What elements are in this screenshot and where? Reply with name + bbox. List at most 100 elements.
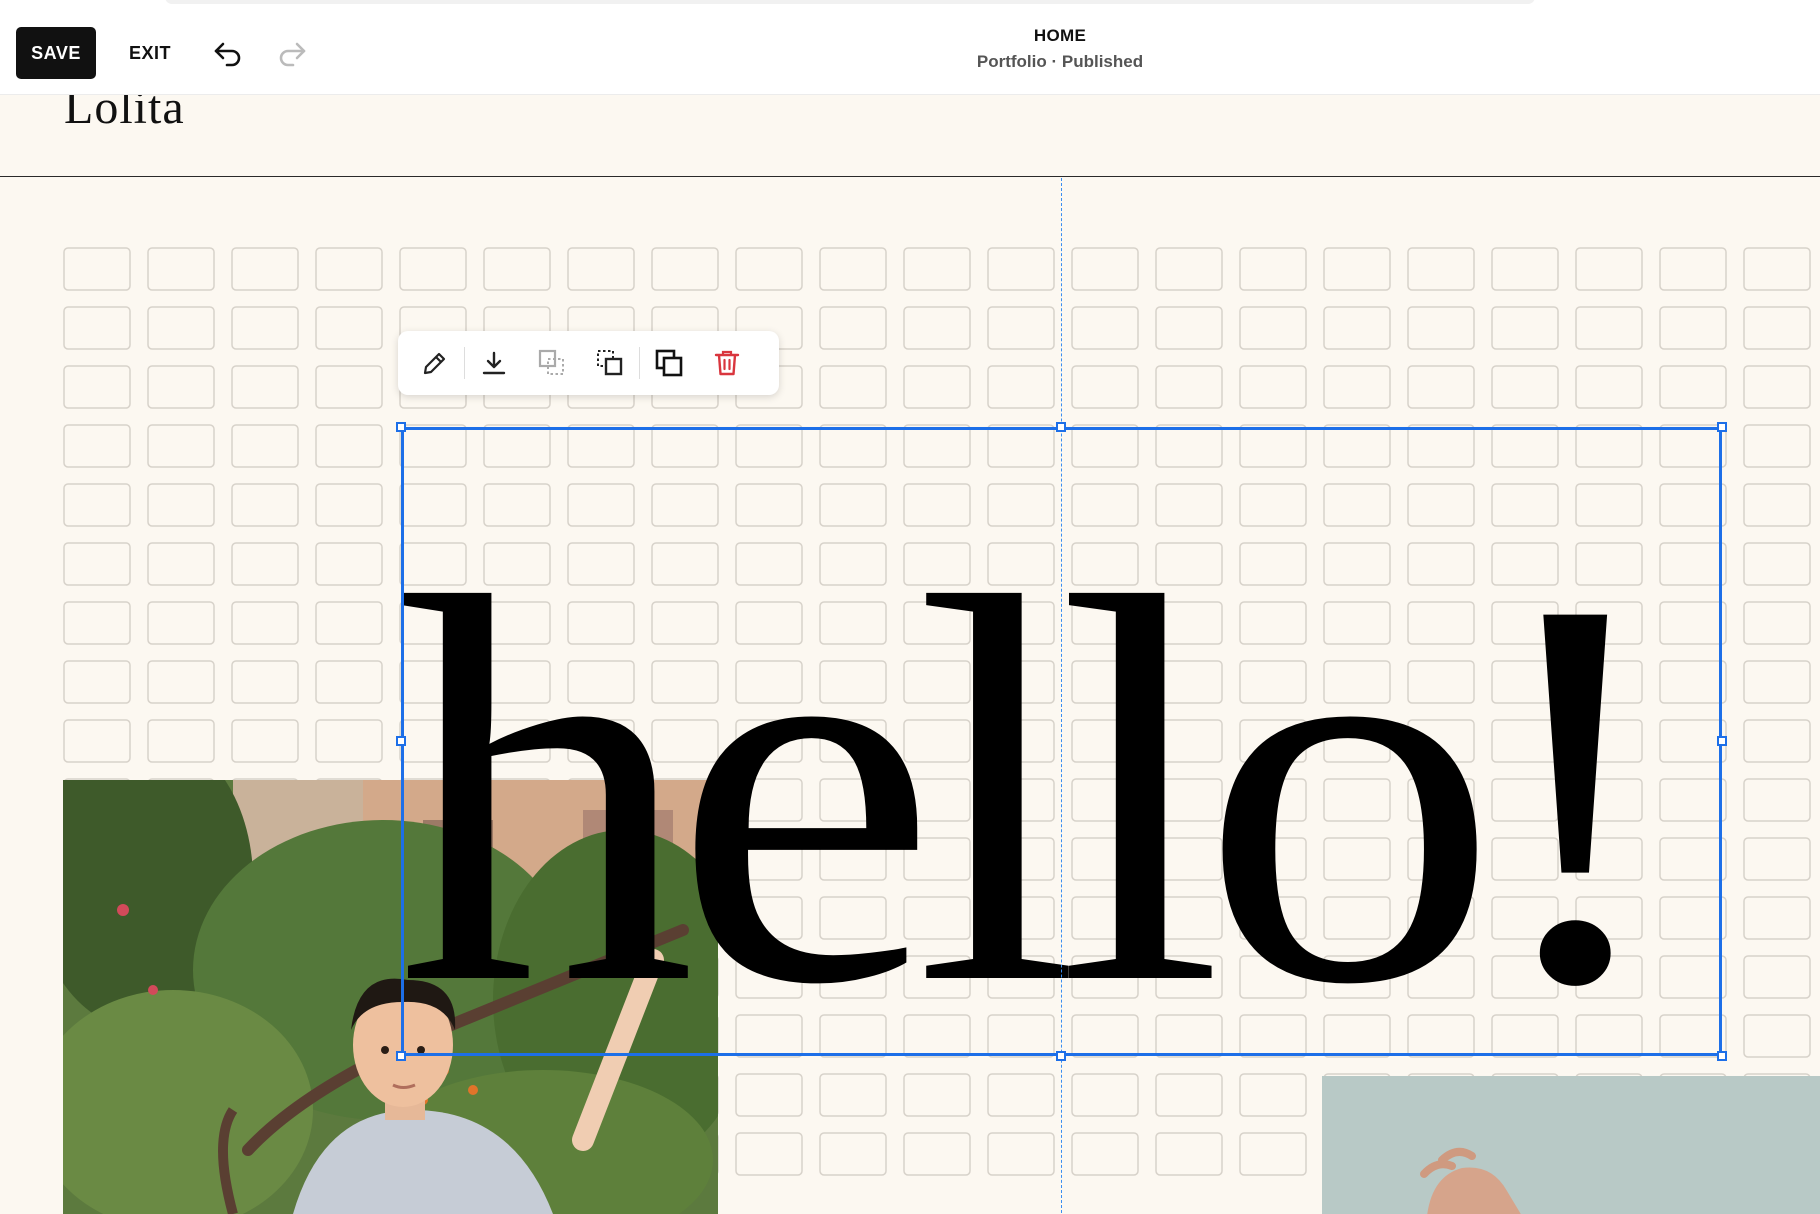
download-icon: [482, 351, 506, 375]
editor-canvas[interactable]: Lolita hello!: [0, 94, 1820, 1214]
grid-cell: [231, 424, 299, 468]
site-header[interactable]: Lolita: [0, 94, 1820, 177]
undo-button[interactable]: [208, 34, 248, 74]
grid-cell: [63, 601, 131, 645]
grid-cell: [63, 424, 131, 468]
grid-cell: [1743, 1014, 1811, 1058]
redo-button[interactable]: [272, 34, 312, 74]
grid-cell: [1323, 247, 1391, 291]
grid-cell: [987, 306, 1055, 350]
grid-cell: [903, 247, 971, 291]
grid-cell: [735, 1132, 803, 1176]
grid-cell: [1491, 306, 1559, 350]
grid-cell: [1743, 719, 1811, 763]
selection-box[interactable]: [401, 427, 1722, 1056]
resize-handle-s[interactable]: [1056, 1051, 1066, 1061]
grid-cell: [1407, 247, 1475, 291]
grid-cell: [735, 247, 803, 291]
grid-cell: [147, 247, 215, 291]
grid-cell: [1239, 1132, 1307, 1176]
grid-cell: [819, 247, 887, 291]
grid-cell: [63, 306, 131, 350]
grid-cell: [1743, 424, 1811, 468]
grid-cell: [1743, 660, 1811, 704]
edit-icon: [423, 352, 446, 375]
bring-forward-button[interactable]: [581, 331, 639, 395]
grid-cell: [1743, 247, 1811, 291]
grid-cell: [1491, 365, 1559, 409]
grid-cell: [1743, 955, 1811, 999]
resize-handle-ne[interactable]: [1717, 422, 1727, 432]
grid-cell: [1491, 247, 1559, 291]
undo-icon: [214, 42, 241, 67]
grid-cell: [63, 719, 131, 763]
grid-cell: [315, 424, 383, 468]
grid-cell: [1743, 306, 1811, 350]
grid-cell: [315, 542, 383, 586]
resize-handle-se[interactable]: [1717, 1051, 1727, 1061]
grid-cell: [315, 719, 383, 763]
delete-icon: [714, 350, 740, 376]
grid-cell: [315, 247, 383, 291]
grid-cell: [315, 365, 383, 409]
edit-button[interactable]: [406, 331, 464, 395]
page-info[interactable]: HOME Portfolio · Published: [900, 26, 1220, 72]
send-backward-button[interactable]: [523, 331, 581, 395]
save-button[interactable]: SAVE: [16, 27, 96, 79]
grid-cell: [231, 719, 299, 763]
duplicate-button[interactable]: [640, 331, 698, 395]
grid-cell: [147, 424, 215, 468]
resize-handle-e[interactable]: [1717, 736, 1727, 746]
grid-cell: [147, 660, 215, 704]
editor-toolbar: SAVE EXIT HOME Portfolio · Published: [0, 12, 1820, 95]
grid-cell: [1743, 483, 1811, 527]
grid-cell: [1659, 247, 1727, 291]
delete-button[interactable]: [698, 331, 756, 395]
resize-handle-sw[interactable]: [396, 1051, 406, 1061]
block-toolbar: [398, 331, 779, 395]
grid-cell: [147, 719, 215, 763]
grid-cell: [231, 247, 299, 291]
grid-cell: [987, 247, 1055, 291]
grid-cell: [1407, 365, 1475, 409]
grid-cell: [231, 660, 299, 704]
grid-cell: [63, 542, 131, 586]
grid-cell: [231, 365, 299, 409]
page-title: HOME: [1033, 26, 1087, 45]
grid-cell: [147, 542, 215, 586]
grid-cell: [1323, 306, 1391, 350]
grid-cell: [63, 247, 131, 291]
grid-cell: [903, 365, 971, 409]
exit-button[interactable]: EXIT: [112, 27, 188, 79]
grid-cell: [1155, 247, 1223, 291]
grid-cell: [1743, 896, 1811, 940]
grid-cell: [987, 1132, 1055, 1176]
grid-cell: [315, 601, 383, 645]
grid-cell: [1071, 365, 1139, 409]
grid-cell: [903, 1132, 971, 1176]
grid-cell: [651, 247, 719, 291]
grid-cell: [1659, 306, 1727, 350]
grid-cell: [1743, 542, 1811, 586]
grid-cell: [567, 247, 635, 291]
grid-cell: [1071, 1132, 1139, 1176]
grid-cell: [1239, 306, 1307, 350]
grid-cell: [1575, 247, 1643, 291]
download-button[interactable]: [465, 331, 523, 395]
resize-handle-nw[interactable]: [396, 422, 406, 432]
resize-handle-n[interactable]: [1056, 422, 1066, 432]
grid-cell: [1575, 365, 1643, 409]
grid-cell: [63, 660, 131, 704]
grid-cell: [1155, 306, 1223, 350]
page-status: Portfolio · Published: [976, 52, 1144, 71]
grid-cell: [231, 601, 299, 645]
send-backward-icon: [538, 349, 564, 375]
grid-cell: [1071, 306, 1139, 350]
site-logo[interactable]: Lolita: [64, 94, 185, 135]
resize-handle-w[interactable]: [396, 736, 406, 746]
grid-cell: [231, 306, 299, 350]
grid-cell: [1743, 837, 1811, 881]
grid-cell: [819, 365, 887, 409]
grid-cell: [903, 306, 971, 350]
grid-cell: [147, 306, 215, 350]
